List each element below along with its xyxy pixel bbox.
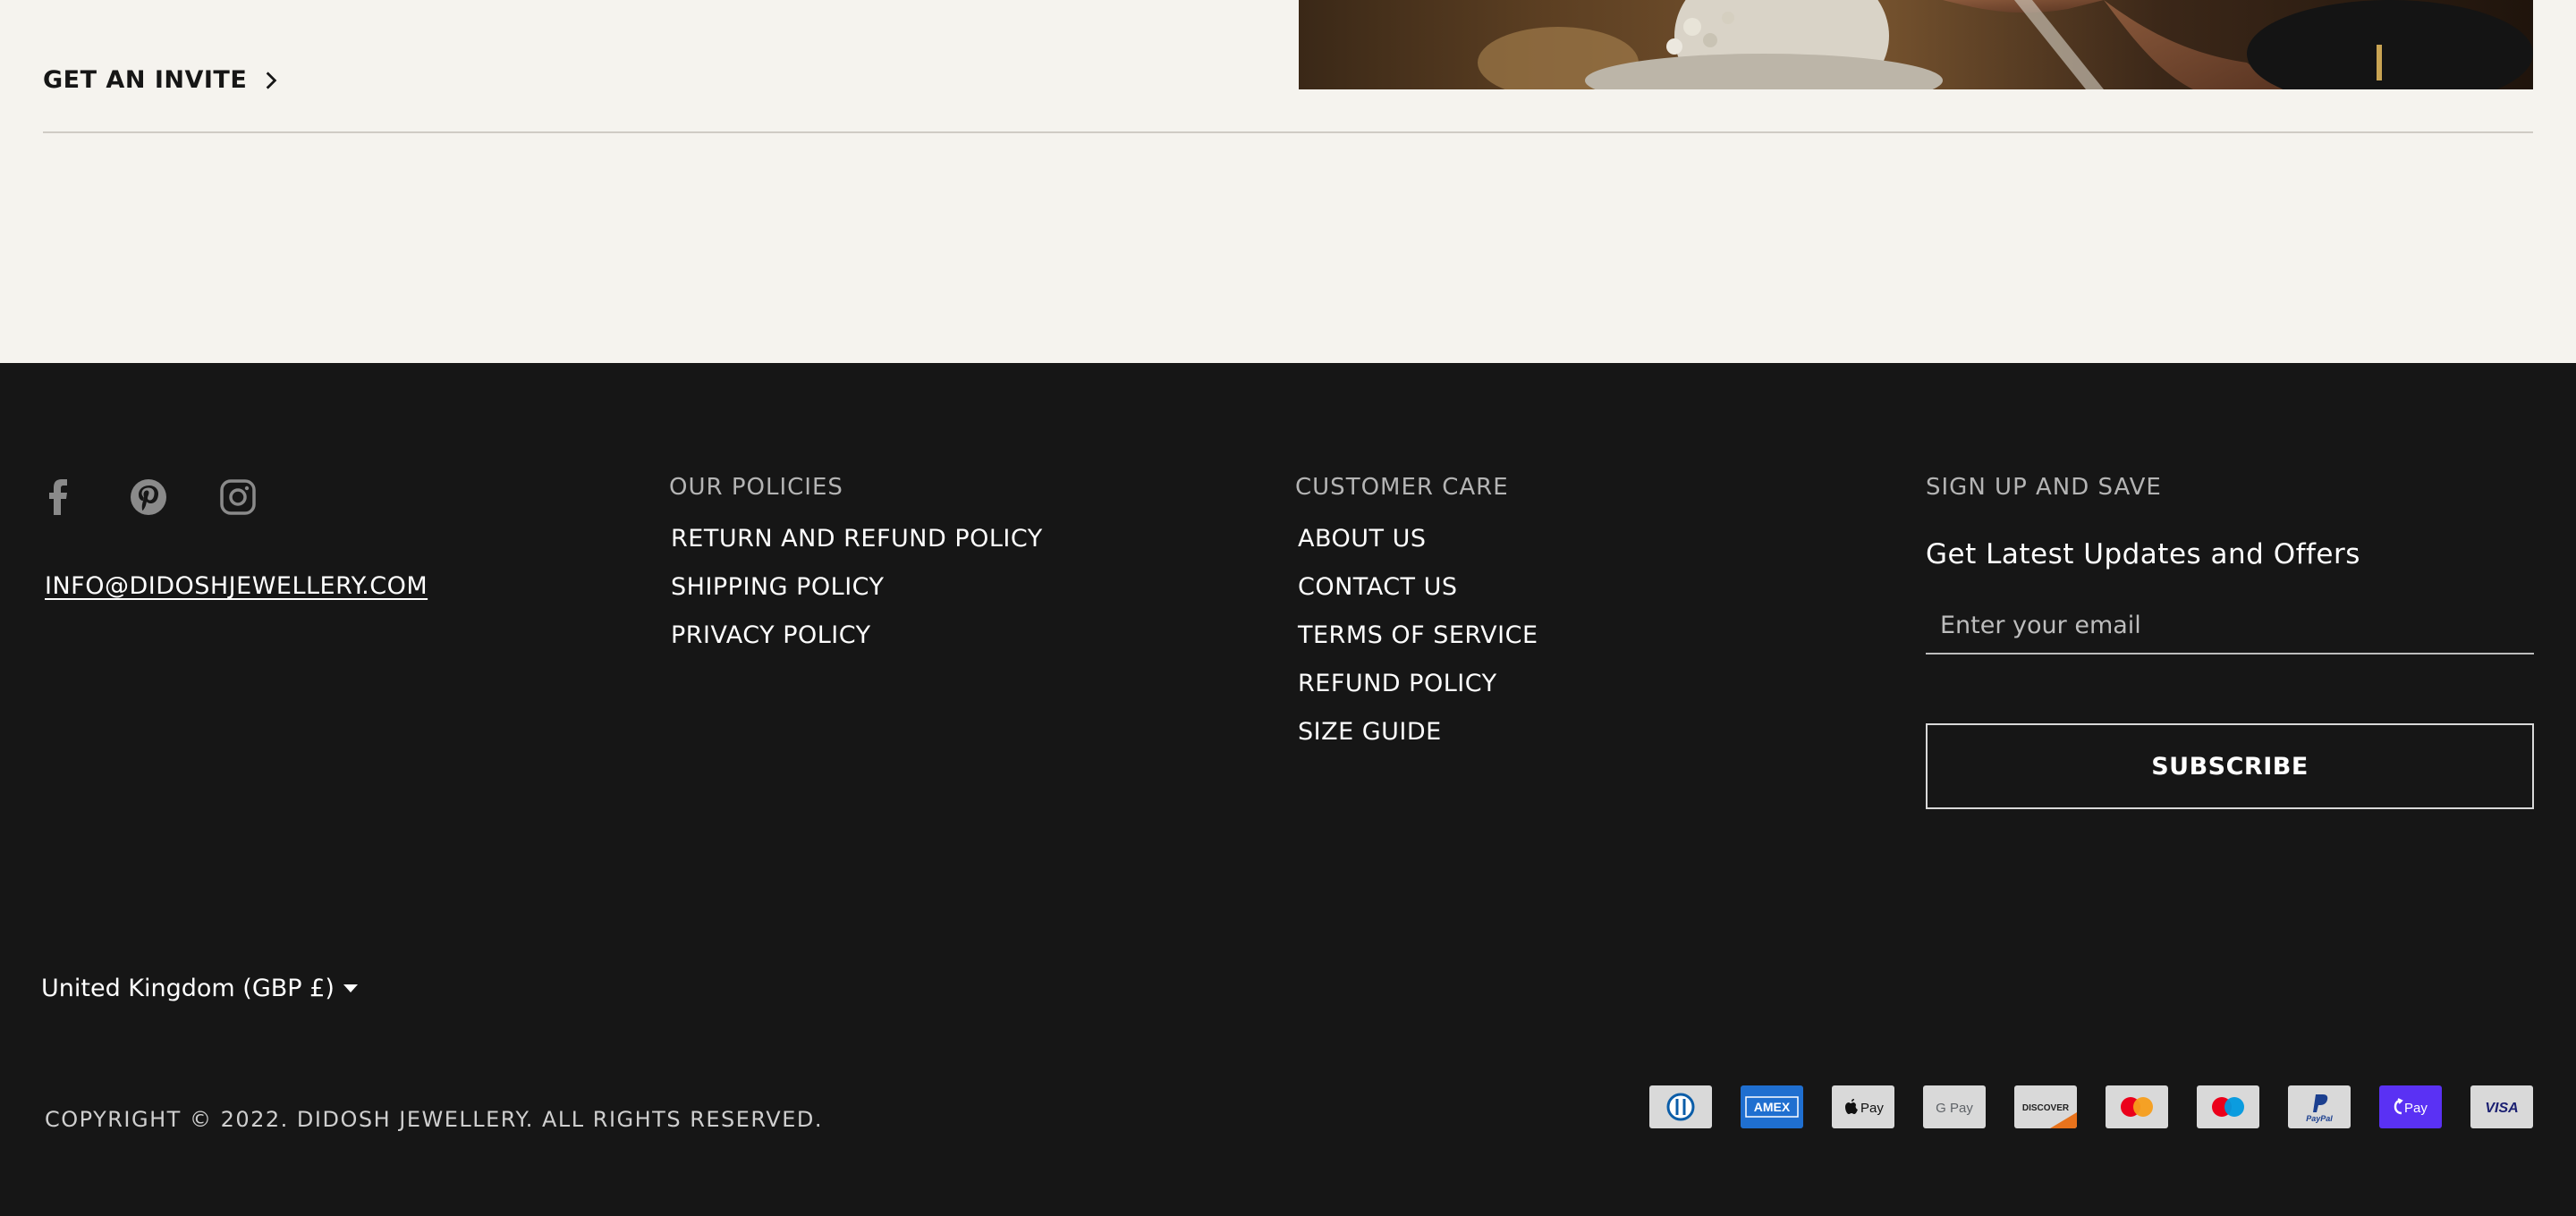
apple-pay-icon: Pay: [1832, 1085, 1894, 1128]
hero-image: [1299, 0, 2533, 89]
currency-selector[interactable]: United Kingdom (GBP £): [41, 975, 358, 1002]
care-link-refund-policy[interactable]: REFUND POLICY: [1298, 660, 1538, 708]
customer-care-title: CUSTOMER CARE: [1295, 474, 1509, 501]
invite-section: GET AN INVITE: [0, 0, 2576, 363]
chevron-right-icon: [266, 71, 277, 89]
facebook-icon[interactable]: [39, 477, 79, 517]
care-link-about-us[interactable]: ABOUT US: [1298, 515, 1538, 563]
paypal-icon: PayPal: [2288, 1085, 2351, 1128]
care-link-size-guide[interactable]: SIZE GUIDE: [1298, 708, 1538, 756]
visa-icon: VISA: [2470, 1085, 2533, 1128]
policy-link-privacy[interactable]: PRIVACY POLICY: [671, 612, 1043, 660]
care-link-contact-us[interactable]: CONTACT US: [1298, 563, 1538, 612]
customer-care-list: ABOUT US CONTACT US TERMS OF SERVICE REF…: [1298, 515, 1538, 756]
pinterest-icon[interactable]: [129, 477, 168, 517]
discover-icon: DISCOVER: [2014, 1085, 2077, 1128]
policies-list: RETURN AND REFUND POLICY SHIPPING POLICY…: [671, 515, 1043, 660]
paypal-label: PayPal: [2306, 1114, 2333, 1123]
contact-email-link[interactable]: INFO@DIDOSHJEWELLERY.COM: [45, 572, 428, 600]
amex-icon: AMEX: [1741, 1085, 1803, 1128]
subscribe-button[interactable]: SUBSCRIBE: [1926, 723, 2534, 809]
shop-pay-label: Pay: [2404, 1101, 2428, 1116]
newsletter-email-input[interactable]: [1926, 597, 2534, 654]
amex-label: AMEX: [1754, 1100, 1791, 1114]
payment-methods: AMEX Pay G Pay DISCOVER PayPal Pay VISA: [1649, 1085, 2533, 1128]
signup-tagline: Get Latest Updates and Offers: [1926, 538, 2360, 570]
maestro-icon: [2197, 1085, 2259, 1128]
visa-label: VISA: [2485, 1101, 2518, 1116]
caret-down-icon: [343, 984, 358, 992]
google-pay-label: G Pay: [1936, 1101, 1973, 1116]
mastercard-icon: [2106, 1085, 2168, 1128]
discover-label: DISCOVER: [2022, 1103, 2070, 1113]
get-invite-link[interactable]: GET AN INVITE: [43, 66, 283, 94]
policy-link-return-refund[interactable]: RETURN AND REFUND POLICY: [671, 515, 1043, 563]
policy-link-shipping[interactable]: SHIPPING POLICY: [671, 563, 1043, 612]
currency-label: United Kingdom (GBP £): [41, 975, 335, 1002]
google-pay-icon: G Pay: [1923, 1085, 1986, 1128]
instagram-icon[interactable]: [218, 477, 258, 517]
care-link-terms-of-service[interactable]: TERMS OF SERVICE: [1298, 612, 1538, 660]
shop-pay-icon: Pay: [2379, 1085, 2442, 1128]
social-links: [39, 477, 258, 517]
diners-club-icon: [1649, 1085, 1712, 1128]
get-invite-label: GET AN INVITE: [43, 66, 248, 94]
section-divider: [43, 131, 2533, 133]
policies-title: OUR POLICIES: [669, 474, 843, 501]
copyright-text: COPYRIGHT © 2022. DIDOSH JEWELLERY. ALL …: [45, 1107, 823, 1132]
apple-pay-label: Pay: [1860, 1101, 1884, 1116]
site-footer: INFO@DIDOSHJEWELLERY.COM OUR POLICIES RE…: [0, 363, 2576, 1216]
signup-title: SIGN UP AND SAVE: [1926, 474, 2162, 501]
